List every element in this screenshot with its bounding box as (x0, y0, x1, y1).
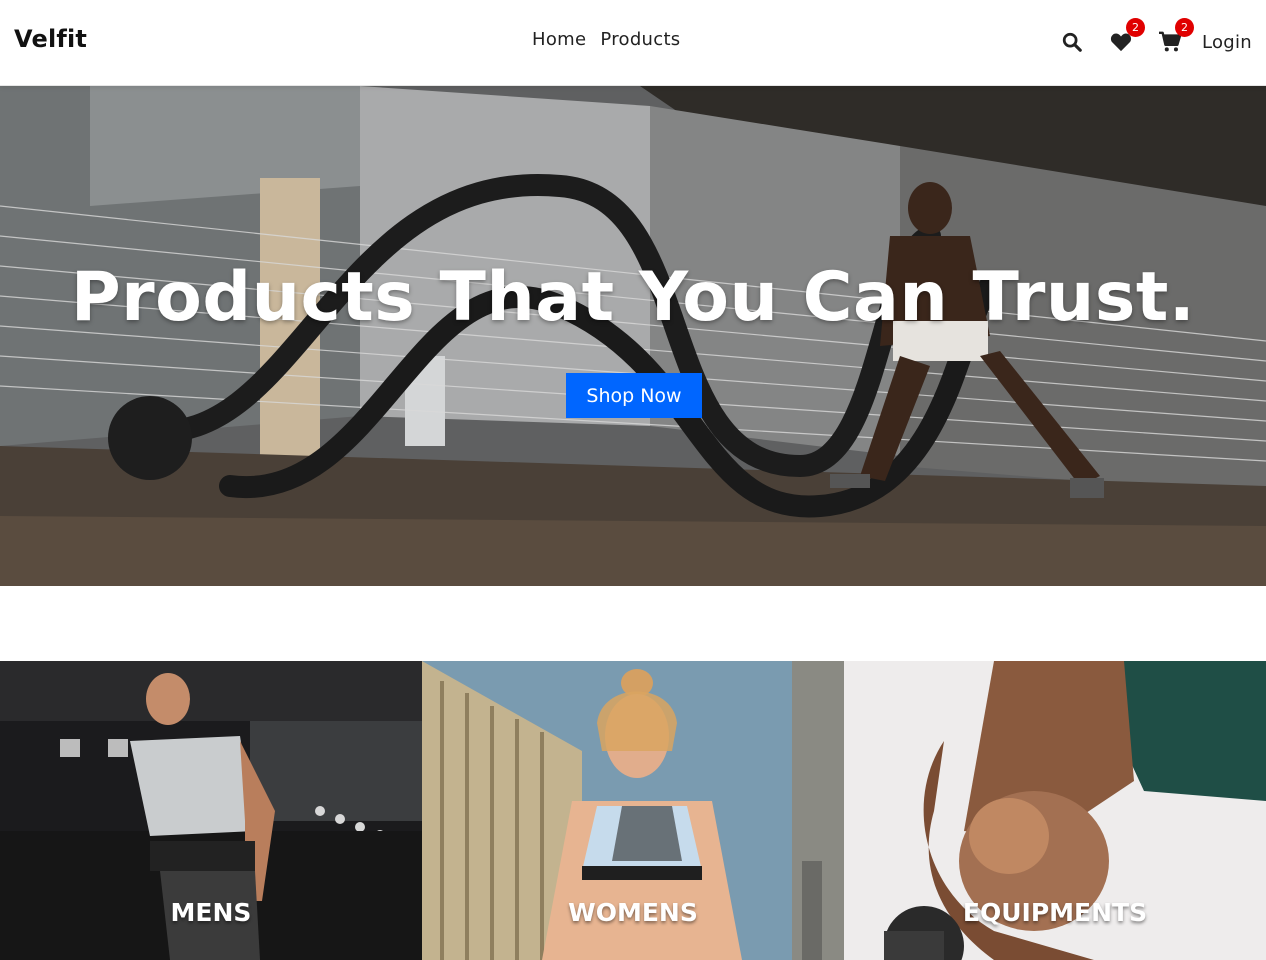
nav-actions: 2 2 Login (1060, 18, 1252, 62)
cart-count-badge: 2 (1174, 18, 1194, 37)
search-button[interactable] (1060, 30, 1084, 54)
wishlist-button[interactable]: 2 (1109, 18, 1145, 54)
nav-link-home[interactable]: Home (532, 29, 586, 50)
category-card-equipments[interactable]: EQUIPMENTS (844, 661, 1266, 960)
category-label-mens: MENS (170, 898, 252, 927)
category-card-womens[interactable]: WOMENS (422, 661, 844, 960)
wishlist-count-badge: 2 (1125, 18, 1145, 37)
search-icon (1062, 32, 1082, 52)
category-grid: MENS WOMENS EQUIPMENTS (0, 661, 1266, 960)
category-label-womens: WOMENS (568, 898, 698, 927)
shop-now-button[interactable]: Shop Now (566, 373, 702, 418)
navbar: Velfit Home Products 2 2 Login (0, 0, 1266, 86)
hero-banner: Products That You Can Trust. Shop Now (0, 86, 1266, 586)
login-link[interactable]: Login (1202, 32, 1252, 53)
category-card-mens[interactable]: MENS (0, 661, 422, 960)
category-label-equipments: EQUIPMENTS (962, 898, 1148, 927)
hero-title: Products That You Can Trust. (70, 258, 1196, 337)
nav-link-products[interactable]: Products (600, 29, 680, 50)
heart-icon (1110, 33, 1132, 52)
brand-logo[interactable]: Velfit (14, 25, 87, 53)
cart-button[interactable]: 2 (1158, 18, 1194, 54)
main-nav: Home Products (532, 29, 680, 50)
